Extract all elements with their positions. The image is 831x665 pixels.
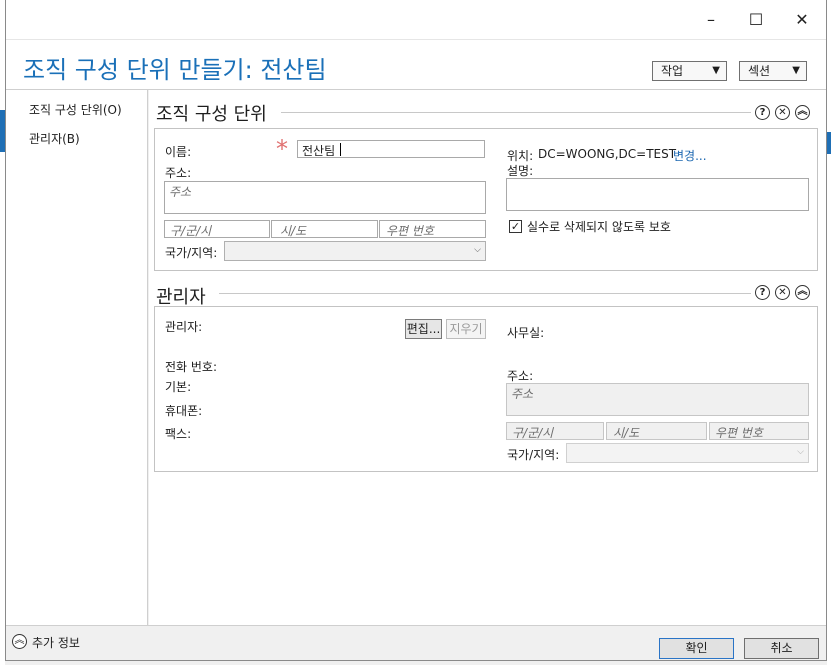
tasks-label: 작업	[661, 64, 684, 78]
name-input[interactable]: 전산팀	[297, 140, 485, 158]
title-bar: – ☐ ✕	[6, 0, 826, 40]
close-button[interactable]: ✕	[780, 4, 824, 36]
ou-section-divider	[281, 112, 751, 113]
checkmark-icon: ✓	[510, 220, 521, 233]
ou-section-title: 조직 구성 단위	[156, 104, 267, 125]
chevron-down-icon: ▼	[792, 65, 800, 76]
manager-address-input: 주소	[506, 383, 809, 416]
manager-country-select: ⌵	[566, 443, 809, 463]
sections-label: 섹션	[748, 64, 771, 78]
phone-label: 전화 번호:	[165, 360, 218, 374]
manager-state-input: 시/도	[606, 422, 707, 440]
section-navigation: 조직 구성 단위(O) 관리자(B)	[6, 90, 148, 625]
manager-label: 관리자:	[165, 320, 203, 334]
create-ou-dialog: – ☐ ✕ 조직 구성 단위 만들기: 전산팀 작업 ▼ 섹션 ▼ 조직 구성 …	[5, 0, 827, 661]
manager-city-placeholder: 구/군/시	[512, 426, 554, 440]
close-section-icon[interactable]: ✕	[775, 285, 790, 300]
city-placeholder: 구/군/시	[170, 224, 212, 238]
nav-item-ou[interactable]: 조직 구성 단위(O)	[29, 101, 122, 118]
close-section-icon[interactable]: ✕	[775, 105, 790, 120]
chevron-down-icon: ⌵	[474, 245, 481, 255]
description-label: 설명:	[507, 164, 534, 178]
clear-manager-button[interactable]: 지우기	[446, 319, 486, 339]
dialog-footer: ︽ 추가 정보 확인 취소	[6, 625, 826, 660]
background-window-right-accent	[827, 132, 831, 154]
state-placeholder: 시/도	[280, 224, 307, 238]
address-label: 주소:	[165, 166, 192, 180]
nav-item-manager[interactable]: 관리자(B)	[29, 130, 80, 147]
chevron-down-icon: ▼	[712, 65, 720, 76]
protect-checkbox[interactable]: ✓	[509, 220, 522, 233]
minimize-button[interactable]: –	[689, 4, 733, 36]
mobile-label: 휴대폰:	[165, 404, 203, 418]
state-input[interactable]: 시/도	[271, 220, 378, 238]
city-input[interactable]: 구/군/시	[164, 220, 270, 238]
main-phone-label: 기본:	[165, 380, 192, 394]
country-label: 국가/지역:	[165, 246, 218, 260]
ou-panel: 이름: * 전산팀 주소: 주소 구/군/시 시/도 우편 번호 국가/지역:	[154, 128, 818, 271]
help-icon[interactable]: ?	[755, 105, 770, 120]
page-title: 조직 구성 단위 만들기: 전산팀	[23, 56, 327, 84]
manager-section-divider	[219, 293, 751, 294]
tasks-dropdown[interactable]: 작업 ▼	[652, 61, 727, 81]
location-value: DC=WOONG,DC=TEST	[538, 147, 677, 161]
fax-label: 팩스:	[165, 427, 192, 441]
zip-input[interactable]: 우편 번호	[379, 220, 486, 238]
ok-button[interactable]: 확인	[659, 638, 734, 659]
manager-state-placeholder: 시/도	[613, 426, 640, 440]
cancel-button[interactable]: 취소	[744, 638, 819, 659]
manager-panel: 관리자: 편집... 지우기 사무실: 전화 번호: 기본: 휴대폰: 팩스: …	[154, 306, 818, 472]
zip-placeholder: 우편 번호	[386, 224, 434, 238]
office-label: 사무실:	[507, 326, 545, 340]
country-select[interactable]: ⌵	[224, 241, 486, 261]
protect-label: 실수로 삭제되지 않도록 보호	[527, 220, 671, 234]
name-value: 전산팀	[302, 144, 336, 158]
background-window-right	[827, 0, 831, 665]
collapse-icon[interactable]: ︽	[795, 105, 810, 120]
manager-address-label: 주소:	[507, 369, 534, 383]
manager-city-input: 구/군/시	[506, 422, 604, 440]
name-label: 이름:	[165, 145, 192, 159]
content-area: 조직 구성 단위 ? ✕ ︽ 이름: * 전산팀 주소: 주소 구/군/시 시/…	[149, 90, 826, 625]
maximize-button[interactable]: ☐	[734, 4, 778, 36]
dialog-header: 조직 구성 단위 만들기: 전산팀 작업 ▼ 섹션 ▼	[6, 40, 826, 90]
sections-dropdown[interactable]: 섹션 ▼	[739, 61, 807, 81]
address-placeholder: 주소	[169, 185, 192, 199]
manager-zip-placeholder: 우편 번호	[715, 426, 763, 440]
collapse-icon[interactable]: ︽	[795, 285, 810, 300]
edit-manager-button[interactable]: 편집...	[405, 319, 442, 339]
change-location-link[interactable]: 변경...	[673, 147, 707, 164]
chevron-down-icon: ⌵	[797, 447, 804, 457]
description-input[interactable]	[506, 178, 809, 211]
minimize-icon: –	[707, 10, 715, 29]
maximize-icon: ☐	[748, 10, 764, 29]
manager-address-placeholder: 주소	[511, 387, 534, 401]
more-info-label[interactable]: 추가 정보	[32, 634, 80, 651]
close-icon: ✕	[795, 10, 809, 29]
required-marker-icon: *	[276, 135, 288, 163]
manager-zip-input: 우편 번호	[709, 422, 809, 440]
expand-more-info-icon[interactable]: ︽	[12, 634, 27, 649]
help-icon[interactable]: ?	[755, 285, 770, 300]
manager-country-label: 국가/지역:	[507, 448, 560, 462]
text-cursor	[340, 143, 341, 156]
address-input[interactable]: 주소	[164, 181, 486, 214]
